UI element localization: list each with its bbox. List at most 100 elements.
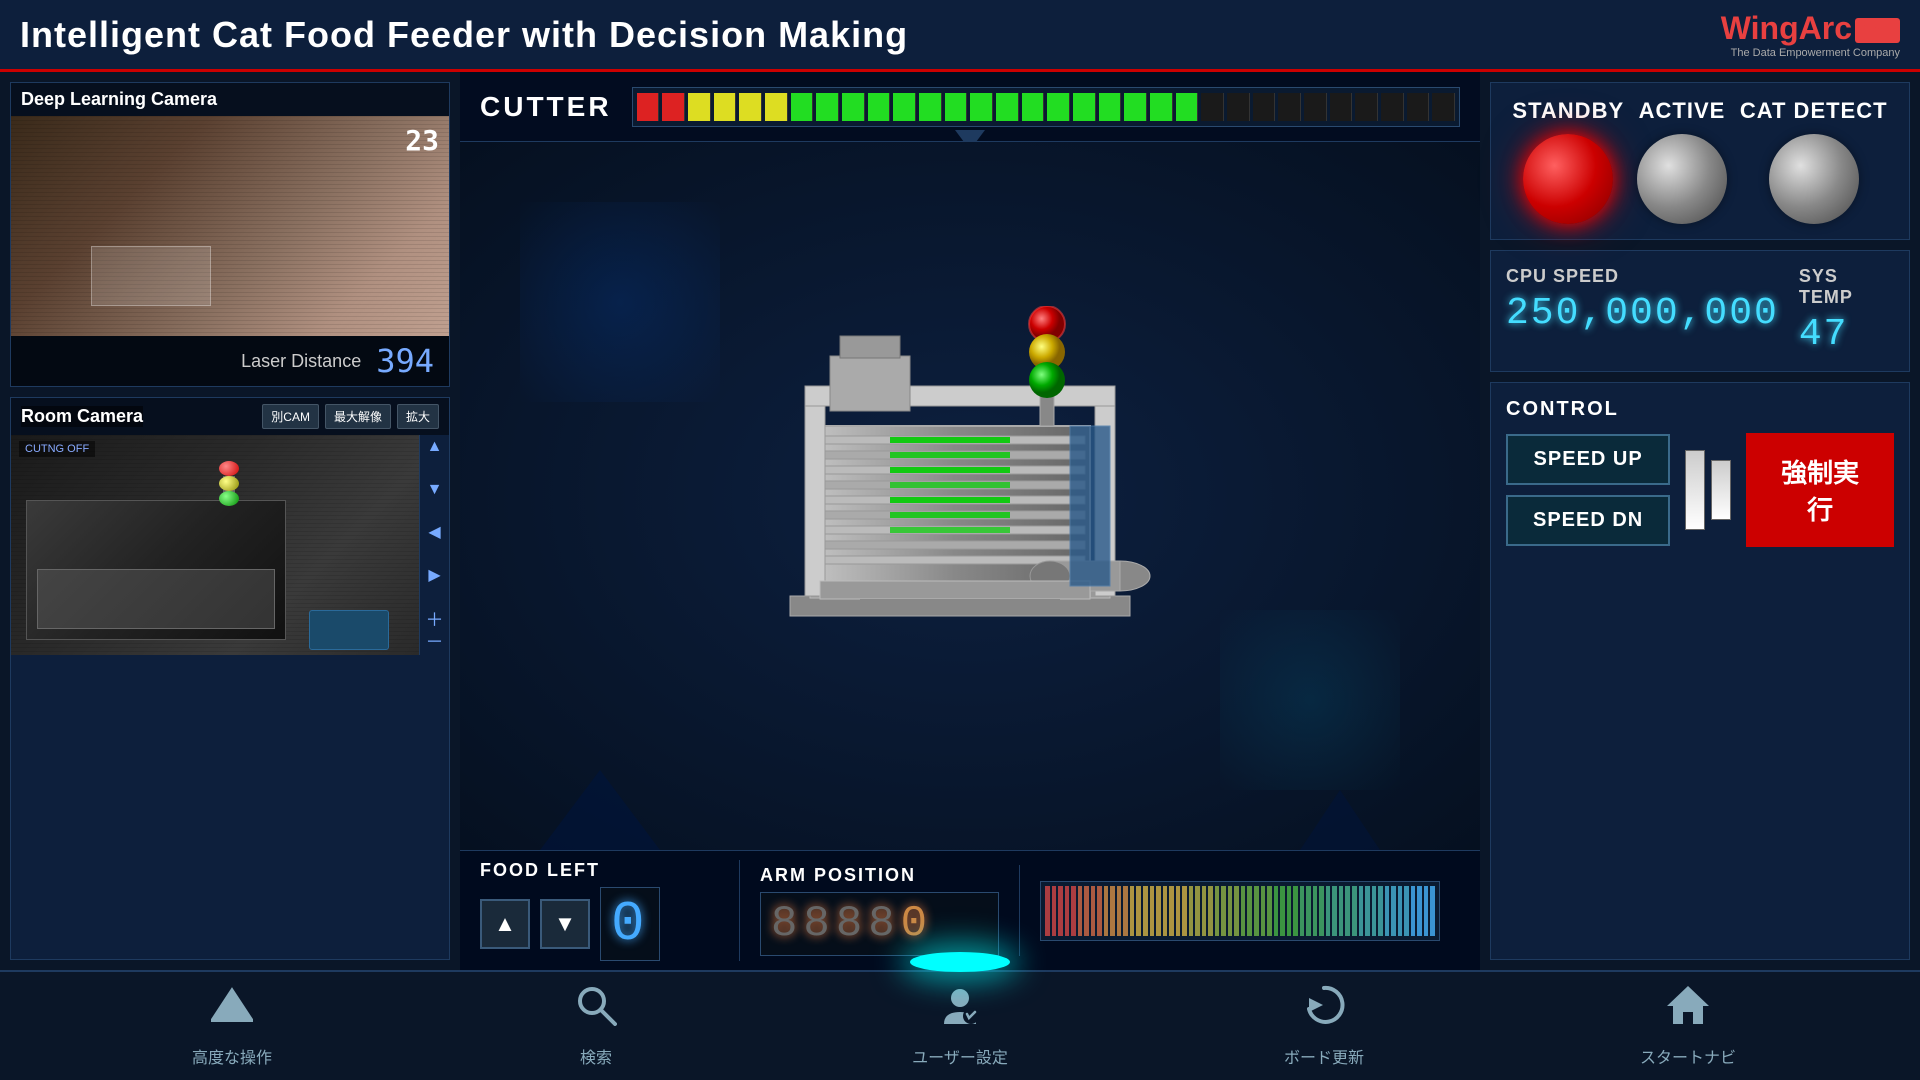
execute-button[interactable]: 強制実行 [1746, 433, 1894, 547]
refresh-icon [1303, 984, 1345, 1026]
arm-digit-4: 8 [868, 899, 900, 949]
food-value: 0 [600, 887, 660, 961]
room-scroll-bar: ▲ ▼ ◀ ▶ ＋ － [419, 435, 449, 655]
nav-search[interactable]: 検索 [521, 984, 671, 1068]
food-up-btn[interactable]: ▲ [480, 899, 530, 949]
cutter-label: CUTTER [480, 91, 612, 123]
nav-search-label: 検索 [580, 1044, 612, 1068]
cam-btn-3[interactable]: 拡大 [397, 404, 439, 429]
arm-digit-1: 8 [771, 899, 803, 949]
machine-3d-svg [730, 306, 1210, 686]
control-label: CONTROL [1506, 398, 1894, 421]
arm-position-label: ARM POSITION [760, 865, 999, 886]
cat-detect-label: CAT DETECT [1740, 98, 1888, 124]
room-cam-feed: CUTNG OFF [11, 435, 419, 655]
logo-text: WingArc1ST [1721, 10, 1900, 47]
control-buttons: SPEED UP SPEED DN 強制実行 [1506, 433, 1894, 547]
laser-distance-bar: Laser Distance 394 [11, 336, 449, 386]
position-bar-section [1020, 881, 1460, 941]
speed-bar-1 [1685, 450, 1705, 530]
speed-dn-button[interactable]: SPEED DN [1506, 495, 1670, 546]
arm-position-section: ARM POSITION 88880 [740, 865, 1020, 956]
machine-visual [460, 142, 1480, 850]
home-icon [1667, 984, 1709, 1026]
active-label: ACTIVE [1639, 98, 1726, 124]
nav-advanced-ops[interactable]: 高度な操作 [157, 984, 307, 1068]
speed-up-button[interactable]: SPEED UP [1506, 434, 1670, 485]
food-left-section: FOOD LEFT ▲ ▼ 0 [480, 860, 740, 961]
left-panel: Deep Learning Camera 23 Laser Distance 3… [0, 72, 460, 970]
machine-area: CUTTER [460, 72, 1480, 970]
metrics-box: CPU SPEED 250,000,000 SYS TEMP 47 [1490, 250, 1910, 372]
standby-label: STANDBY [1512, 98, 1624, 124]
room-cam-controls: 別CAM 最大解像 拡大 [262, 404, 439, 429]
speed-bar-2 [1711, 460, 1731, 520]
sys-temp-label: SYS TEMP [1799, 266, 1894, 308]
speed-indicator [1685, 450, 1731, 530]
cpu-speed-value: 250,000,000 [1506, 292, 1779, 335]
food-left-label: FOOD LEFT [480, 860, 719, 881]
sys-temp-metric: SYS TEMP 47 [1799, 266, 1894, 356]
nav-start-navi-label: スタートナビ [1640, 1044, 1736, 1068]
nav-start-navi[interactable]: スタートナビ [1613, 984, 1763, 1068]
cat-detect-status: CAT DETECT [1740, 98, 1888, 224]
zoom-controls: ＋ － [426, 611, 444, 651]
bottom-status-bar: FOOD LEFT ▲ ▼ 0 ARM POSITION 88880 [460, 850, 1480, 970]
standby-status: STANDBY [1512, 98, 1624, 224]
nav-user-icon [939, 984, 981, 1036]
food-down-btn[interactable]: ▼ [540, 899, 590, 949]
control-box: CONTROL SPEED UP SPEED DN 強制実行 [1490, 382, 1910, 960]
deep-learning-camera-box: Deep Learning Camera 23 Laser Distance 3… [10, 82, 450, 387]
scroll-down-btn[interactable]: ▼ [427, 482, 443, 498]
scroll-up-btn[interactable]: ▲ [427, 439, 443, 455]
logo-subtitle: The Data Empowerment Company [1731, 47, 1900, 59]
nav-refresh-icon [1303, 984, 1345, 1036]
nav-advanced-ops-label: 高度な操作 [192, 1044, 272, 1068]
arm-digit-2: 8 [803, 899, 835, 949]
cam-btn-2[interactable]: 最大解像 [325, 404, 391, 429]
position-bar [1040, 881, 1440, 941]
cpu-speed-label: CPU SPEED [1506, 266, 1779, 287]
user-icon [939, 984, 981, 1026]
nav-user-settings-label: ユーザー設定 [912, 1044, 1008, 1068]
nav-advanced-ops-icon [211, 984, 253, 1036]
room-cam-wrapper: CUTNG OFF ▲ ▼ ◀ ▶ [11, 435, 449, 655]
logo-wing: WingArc [1721, 10, 1852, 46]
right-panel: STANDBY ACTIVE CAT DETECT CPU SPEED 250,… [1480, 72, 1920, 970]
zoom-out-btn[interactable]: － [426, 633, 444, 651]
status-lights: STANDBY ACTIVE CAT DETECT [1490, 82, 1910, 240]
nav-search-icon [575, 984, 617, 1036]
arm-position-value: 88880 [760, 892, 999, 956]
chevron-up-icon [211, 984, 253, 1026]
cutter-bar-section: CUTTER [460, 72, 1480, 142]
main-content: Deep Learning Camera 23 Laser Distance 3… [0, 72, 1920, 970]
deep-cam-counter: 23 [405, 124, 439, 157]
deep-cam-feed: 23 [11, 116, 449, 336]
logo-1st: 1ST [1855, 18, 1900, 43]
cat-detect-light[interactable] [1769, 134, 1859, 224]
standby-light[interactable] [1523, 134, 1613, 224]
scroll-right-btn[interactable]: ▶ [428, 568, 440, 584]
food-controls: ▲ ▼ 0 [480, 887, 719, 961]
active-light[interactable] [1637, 134, 1727, 224]
wingarc-logo: WingArc1ST The Data Empowerment Company [1721, 10, 1900, 59]
room-camera-box: Room Camera 別CAM 最大解像 拡大 CUTNG OFF [10, 397, 450, 960]
cam-btn-1[interactable]: 別CAM [262, 404, 319, 429]
scroll-left-btn[interactable]: ◀ [428, 525, 440, 541]
room-cam-label: Room Camera [21, 406, 143, 427]
cpu-speed-metric: CPU SPEED 250,000,000 [1506, 266, 1779, 335]
nav-home-icon [1667, 984, 1709, 1036]
arm-digit-3: 8 [836, 899, 868, 949]
search-icon [575, 984, 617, 1026]
laser-label: Laser Distance [241, 351, 361, 372]
sys-temp-value: 47 [1799, 313, 1894, 356]
metrics-row: CPU SPEED 250,000,000 SYS TEMP 47 [1506, 266, 1894, 356]
zoom-in-btn[interactable]: ＋ [426, 611, 444, 629]
nav-user-settings[interactable]: ユーザー設定 [885, 984, 1035, 1068]
active-status: ACTIVE [1637, 98, 1727, 224]
bottom-nav: 高度な操作 検索 ユーザー設定 ボード更新 [0, 970, 1920, 1080]
arm-digit-5: 0 [901, 899, 933, 949]
nav-board-update[interactable]: ボード更新 [1249, 984, 1399, 1068]
nav-board-update-label: ボード更新 [1284, 1044, 1364, 1068]
deep-cam-label: Deep Learning Camera [11, 83, 449, 116]
